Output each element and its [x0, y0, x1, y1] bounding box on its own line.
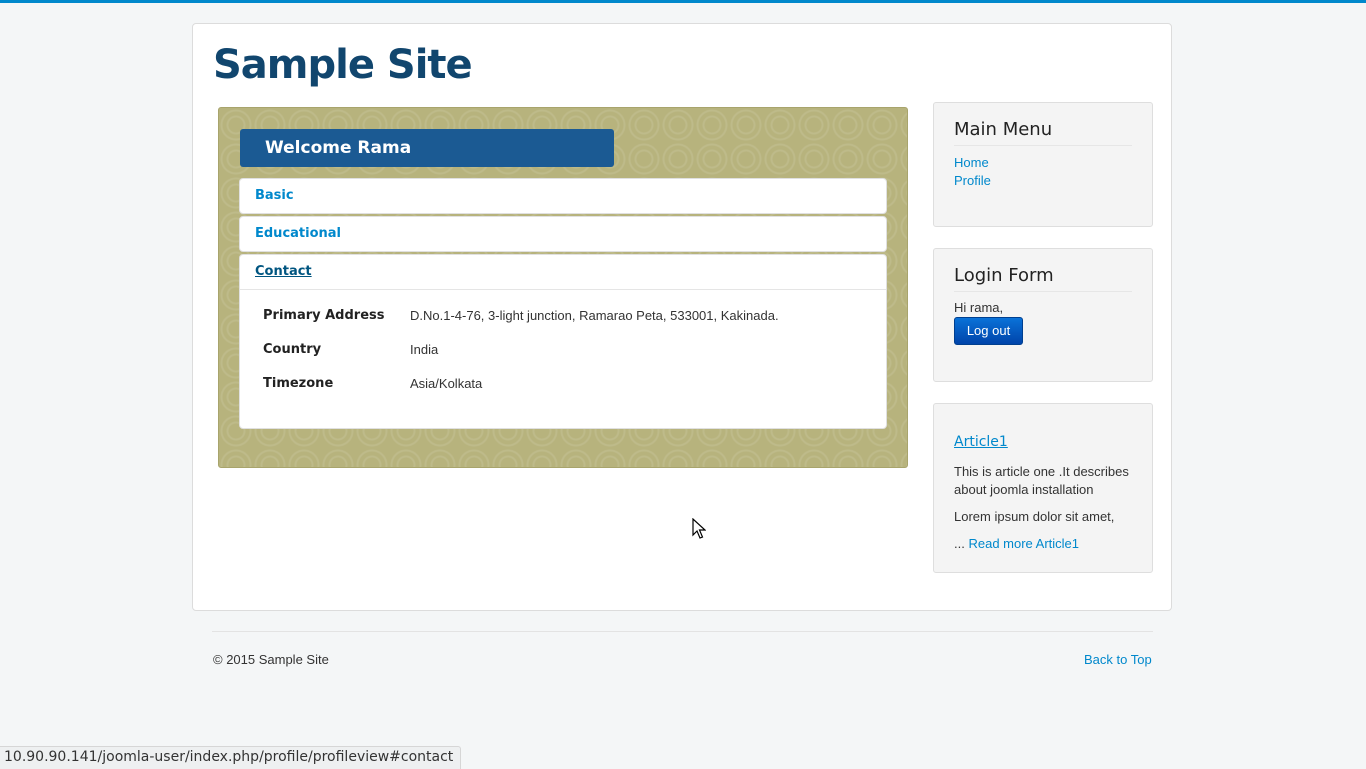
article-intro: This is article one .It describes about … — [954, 464, 1129, 497]
contact-details: Primary Address D.No.1-4-76, 3-light jun… — [240, 290, 886, 428]
login-form-module: Login Form Hi rama, Log out — [933, 248, 1153, 382]
article-readmore-line: ... Read more Article1 — [954, 535, 1139, 553]
back-to-top-link[interactable]: Back to Top — [1084, 652, 1152, 667]
login-greeting: Hi rama, — [954, 300, 1004, 315]
welcome-header: Welcome Rama — [240, 129, 614, 167]
article-module: Article1 This is article one .It describ… — [933, 403, 1153, 573]
menu-item-home[interactable]: Home — [954, 155, 989, 170]
country-label: Country — [263, 342, 322, 357]
page-container: Sample Site Welcome Rama Basic Education… — [192, 23, 1172, 611]
footer-divider — [212, 631, 1153, 632]
country-value: India — [410, 342, 439, 357]
menu-item-profile[interactable]: Profile — [954, 173, 991, 188]
primary-address-label: Primary Address — [263, 308, 385, 323]
accordion-basic[interactable]: Basic — [239, 178, 887, 214]
accordion-contact: Contact Primary Address D.No.1-4-76, 3-l… — [239, 254, 887, 429]
main-menu-list: Home Profile — [954, 154, 991, 190]
profile-panel: Welcome Rama Basic Educational Contact P… — [218, 107, 908, 468]
primary-address-value: D.No.1-4-76, 3-light junction, Ramarao P… — [410, 308, 779, 323]
accordion-educational[interactable]: Educational — [239, 216, 887, 252]
browser-status-bar: 10.90.90.141/joomla-user/index.php/profi… — [0, 746, 462, 769]
main-menu-module: Main Menu Home Profile — [933, 102, 1153, 227]
ellipsis-text: ... — [954, 536, 965, 551]
accordion-toggle-basic[interactable]: Basic — [240, 179, 886, 213]
mouse-cursor-icon — [692, 518, 706, 539]
article-lorem: Lorem ipsum dolor sit amet, — [954, 509, 1115, 524]
accordion-toggle-educational[interactable]: Educational — [240, 217, 886, 251]
read-more-link[interactable]: Read more Article1 — [968, 536, 1079, 551]
top-accent-bar — [0, 0, 1366, 3]
main-menu-title: Main Menu — [954, 119, 1132, 146]
timezone-value: Asia/Kolkata — [410, 376, 483, 391]
login-form-title: Login Form — [954, 265, 1132, 292]
accordion-toggle-contact[interactable]: Contact — [240, 255, 886, 290]
timezone-label: Timezone — [263, 376, 334, 391]
footer-copyright: © 2015 Sample Site — [213, 652, 329, 667]
site-title[interactable]: Sample Site — [213, 42, 473, 88]
logout-button[interactable]: Log out — [954, 317, 1023, 345]
article-title-link[interactable]: Article1 — [954, 434, 1008, 450]
